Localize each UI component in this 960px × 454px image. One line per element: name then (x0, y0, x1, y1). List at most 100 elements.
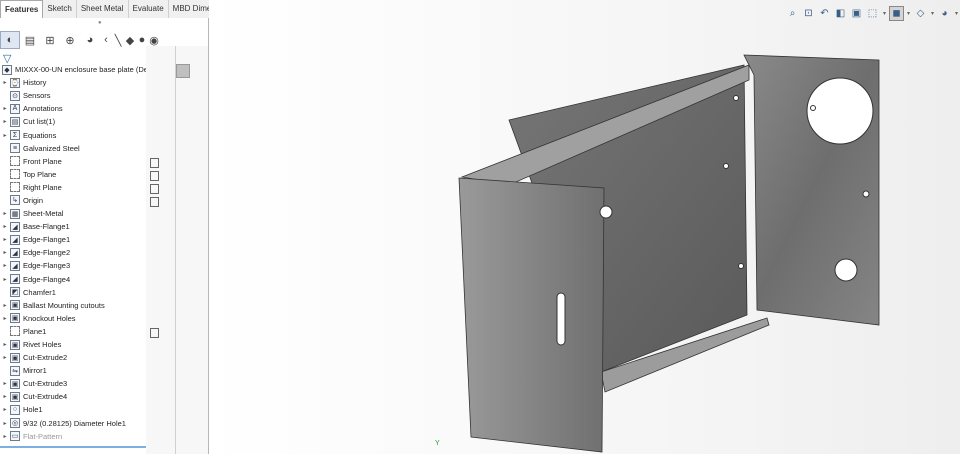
tree-item-cut-extrude3[interactable]: ▸ ▣ Cut-Extrude3 (0, 377, 146, 390)
expand-arrow-icon[interactable]: ▸ (0, 354, 10, 361)
collapse-arrow-icon[interactable]: ‹ (100, 31, 112, 49)
tab-sheet-metal[interactable]: Sheet Metal (77, 0, 129, 18)
tree-item-ballast-mounting-cutouts[interactable]: ▸ ▣ Ballast Mounting cutouts (0, 299, 146, 312)
tree-item-base-flange1[interactable]: ▸ ◢ Base-Flange1 (0, 220, 146, 233)
tree-item-right-plane[interactable]: Right Plane (0, 181, 146, 194)
tree-item-sensors[interactable]: ⊙ Sensors (0, 89, 146, 102)
tree-item-label: Knockout Holes (23, 313, 76, 323)
flange-icon: ◢ (10, 274, 20, 285)
expand-arrow-icon[interactable]: ▸ (0, 406, 10, 413)
graphics-area[interactable]: ⌕⊡↶◧▣⬚▾◼▾◇▾◕▾◓▾▭▾ Y (209, 0, 960, 454)
tree-item-edge-flange2[interactable]: ▸ ◢ Edge-Flange2 (0, 246, 146, 259)
scroll-thumb[interactable] (176, 64, 190, 78)
expand-arrow-icon[interactable]: ▸ (0, 79, 10, 86)
tree-item-label: Edge-Flange2 (23, 248, 71, 258)
expand-arrow-icon[interactable]: ▸ (0, 341, 10, 348)
feature-manager-icon[interactable]: ◐ (0, 31, 20, 49)
tree-item-history[interactable]: ▸ ⌚ History (0, 76, 146, 89)
tree-item-label: 9/32 (0.28125) Diameter Hole1 (23, 418, 126, 428)
chevron-down-icon[interactable]: ▾ (953, 6, 960, 21)
tree-item-label: Edge-Flange1 (23, 235, 71, 245)
expand-arrow-icon[interactable]: ▸ (0, 276, 10, 283)
expand-arrow-icon[interactable]: ▸ (0, 393, 10, 400)
tree-item-flat-pattern[interactable]: ▸ ▭ Flat-Pattern (0, 430, 146, 443)
tree-item-label: Annotations (23, 104, 63, 114)
tree-item-edge-flange1[interactable]: ▸ ◢ Edge-Flange1 (0, 233, 146, 246)
hide-show-icon[interactable]: ◇ (913, 6, 928, 21)
sensor-icon: ⊙ (10, 90, 20, 101)
edit-appearance-icon[interactable]: ◕ (937, 6, 952, 21)
appearance-icon[interactable]: ◆ (124, 31, 136, 49)
tree-item-cut-extrude4[interactable]: ▸ ▣ Cut-Extrude4 (0, 390, 146, 403)
tab-sketch[interactable]: Sketch (43, 0, 77, 18)
plane-visibility-icon[interactable] (150, 170, 159, 181)
part-icon: ◆ (2, 64, 12, 75)
tree-item-label: Mirror1 (23, 366, 47, 376)
plane-visibility-icon[interactable] (150, 157, 159, 168)
cut-icon: ▣ (10, 352, 20, 363)
tree-item-label: Sensors (23, 91, 51, 101)
panel-collapse-handle[interactable]: ● (98, 20, 102, 26)
expand-arrow-icon[interactable]: ▸ (0, 249, 10, 256)
chevron-down-icon[interactable]: ▾ (929, 6, 936, 21)
rollback-bar[interactable] (0, 446, 146, 448)
tree-item-label: Ballast Mounting cutouts (23, 300, 105, 310)
tree-item-knockout-holes[interactable]: ▸ ▣ Knockout Holes (0, 312, 146, 325)
previous-view-icon[interactable]: ↶ (817, 6, 832, 21)
tree-item-cut-extrude2[interactable]: ▸ ▣ Cut-Extrude2 (0, 351, 146, 364)
expand-arrow-icon[interactable]: ▸ (0, 236, 10, 243)
chevron-down-icon[interactable]: ▾ (905, 6, 912, 21)
expand-arrow-icon[interactable]: ▸ (0, 420, 10, 427)
expand-arrow-icon[interactable]: ▸ (0, 380, 10, 387)
material-icon: ≡ (10, 143, 20, 154)
chevron-down-icon[interactable]: ▾ (881, 6, 888, 21)
tree-item-sheet-metal[interactable]: ▸ ▦ Sheet-Metal (0, 207, 146, 220)
tree-item-9-32-0-28125-diameter-hole1[interactable]: ▸ ◎ 9/32 (0.28125) Diameter Hole1 (0, 417, 146, 430)
tree-item-plane1[interactable]: Plane1 (0, 325, 146, 338)
plane-visibility-icon[interactable] (150, 328, 159, 338)
expand-arrow-icon[interactable]: ▸ (0, 315, 10, 322)
chamfer-icon: ◩ (10, 287, 20, 298)
zoom-to-fit-icon[interactable]: ⌕ (785, 6, 800, 21)
tree-item-mixxx-00-un-enclosure-base-plate-def[interactable]: ◆ MIXXX-00-UN enclosure base plate (Def (0, 63, 146, 76)
tab-features[interactable]: Features (0, 0, 44, 18)
tree-item-hole1[interactable]: ▸ ○ Hole1 (0, 403, 146, 416)
dimxpert-icon[interactable]: ⊕ (60, 31, 80, 49)
tree-item-origin[interactable]: ↳ Origin (0, 194, 146, 207)
dynamic-annotation-icon[interactable]: ▣ (849, 6, 864, 21)
display-manager-icon[interactable]: ◕ (80, 31, 100, 49)
tree-item-edge-flange3[interactable]: ▸ ◢ Edge-Flange3 (0, 259, 146, 272)
tree-item-top-plane[interactable]: Top Plane (0, 168, 146, 181)
tree-item-annotations[interactable]: ▸ A Annotations (0, 102, 146, 115)
expand-arrow-icon[interactable]: ▸ (0, 132, 10, 139)
section-view-icon[interactable]: ◧ (833, 6, 848, 21)
expand-arrow-icon[interactable]: ▸ (0, 433, 10, 440)
tree-item-galvanized-steel[interactable]: ≡ Galvanized Steel (0, 142, 146, 155)
expand-arrow-icon[interactable]: ▸ (0, 223, 10, 230)
view-orientation-icon[interactable]: ⬚ (865, 6, 880, 21)
tree-item-mirror1[interactable]: ⇋ Mirror1 (0, 364, 146, 377)
expand-arrow-icon[interactable]: ▸ (0, 210, 10, 217)
tree-item-equations[interactable]: ▸ Σ Equations (0, 128, 146, 141)
tree-item-edge-flange4[interactable]: ▸ ◢ Edge-Flange4 (0, 273, 146, 286)
tree-item-label: Rivet Holes (23, 340, 62, 350)
tree-item-label: Galvanized Steel (23, 143, 80, 153)
display-style-icon[interactable]: ◼ (889, 5, 904, 21)
tree-item-front-plane[interactable]: Front Plane (0, 155, 146, 168)
sketch-line-icon[interactable]: ╲ (112, 31, 124, 49)
expand-arrow-icon[interactable]: ▸ (0, 105, 10, 112)
expand-arrow-icon[interactable]: ▸ (0, 118, 10, 125)
expand-arrow-icon[interactable]: ▸ (0, 262, 10, 269)
plane-visibility-icon[interactable] (150, 183, 159, 194)
tree-item-label: Flat-Pattern (23, 431, 63, 441)
tree-item-chamfer1[interactable]: ◩ Chamfer1 (0, 286, 146, 299)
tree-item-label: Hole1 (23, 405, 43, 415)
tree-item-cut-list-1[interactable]: ▸ ▤ Cut list(1) (0, 115, 146, 128)
configuration-manager-icon[interactable]: ⊞ (40, 31, 60, 49)
tree-item-rivet-holes[interactable]: ▸ ▣ Rivet Holes (0, 338, 146, 351)
expand-arrow-icon[interactable]: ▸ (0, 302, 10, 309)
plane-visibility-icon[interactable] (150, 197, 159, 207)
tab-evaluate[interactable]: Evaluate (129, 0, 169, 18)
property-manager-icon[interactable]: ▤ (20, 31, 40, 49)
zoom-area-icon[interactable]: ⊡ (801, 6, 816, 21)
